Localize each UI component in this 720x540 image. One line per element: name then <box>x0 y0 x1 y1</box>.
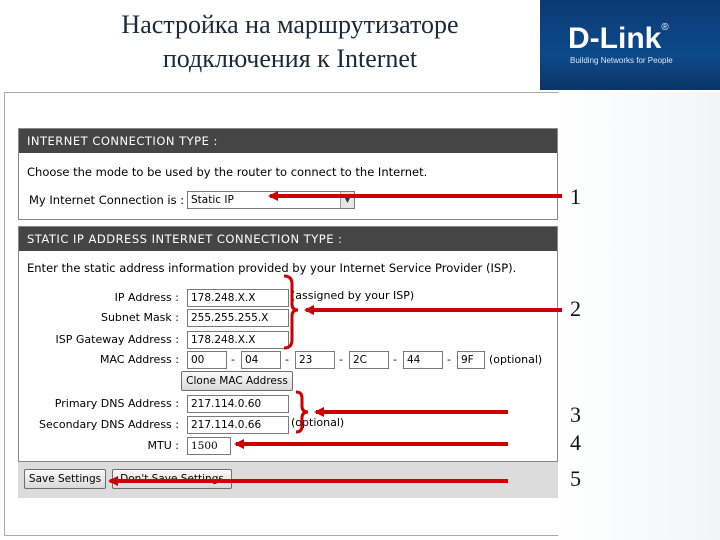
mac-octet-2[interactable]: 04 <box>241 351 281 369</box>
mtu-label: MTU : <box>147 439 179 452</box>
primary-dns-field[interactable]: 217.114.0.60 <box>187 395 289 413</box>
annotation-number-4: 4 <box>570 430 581 455</box>
primary-dns-label: Primary DNS Address : <box>54 397 179 410</box>
mac-separator: - <box>393 353 397 366</box>
connection-type-select[interactable]: Static IP ▼ <box>187 191 355 209</box>
connection-label: My Internet Connection is : <box>29 193 185 207</box>
gateway-address-field[interactable]: 178.248.X.X <box>187 331 289 349</box>
connection-description: Choose the mode to be used by the router… <box>27 165 428 179</box>
static-ip-description: Enter the static address information pro… <box>27 261 517 275</box>
mac-separator: - <box>231 353 235 366</box>
static-ip-panel: STATIC IP ADDRESS INTERNET CONNECTION TY… <box>18 226 558 462</box>
clone-mac-button[interactable]: Clone MAC Address <box>181 371 293 391</box>
save-settings-button[interactable]: Save Settings <box>24 469 106 489</box>
ip-address-field[interactable]: 178.248.X.X <box>187 289 289 307</box>
annotation-number-5: 5 <box>570 466 581 491</box>
gateway-address-label: ISP Gateway Address : <box>55 333 179 346</box>
dont-save-settings-button[interactable]: Don't Save Settings <box>112 469 232 489</box>
mac-separator: - <box>339 353 343 366</box>
subnet-mask-field[interactable]: 255.255.255.X <box>187 309 289 327</box>
mac-octet-3[interactable]: 23 <box>295 351 335 369</box>
mac-address-note: (optional) <box>489 353 543 366</box>
slide-title-line-1: Настройка на маршрутизаторе <box>121 10 459 39</box>
secondary-dns-label: Secondary DNS Address : <box>39 418 179 431</box>
mac-separator: - <box>447 353 451 366</box>
subnet-mask-label: Subnet Mask : <box>100 311 179 324</box>
slide-title-line-2: подключения к Internet <box>162 44 418 73</box>
connection-type-value: Static IP <box>191 194 234 206</box>
dlink-logo: D-Link® <box>568 22 669 55</box>
secondary-dns-field[interactable]: 217.114.0.66 <box>187 416 289 434</box>
secondary-dns-note: (optional) <box>291 416 345 429</box>
mac-address-label: MAC Address : <box>99 353 179 366</box>
annotation-number-2: 2 <box>570 296 581 321</box>
annotation-number-1: 1 <box>570 184 581 209</box>
mac-octet-5[interactable]: 44 <box>403 351 443 369</box>
mac-octet-4[interactable]: 2C <box>349 351 389 369</box>
internet-connection-panel: INTERNET CONNECTION TYPE : Choose the mo… <box>18 128 558 220</box>
annotation-number-3: 3 <box>570 402 581 427</box>
mac-separator: - <box>285 353 289 366</box>
side-shade <box>558 92 720 540</box>
mac-octet-1[interactable]: 00 <box>187 351 227 369</box>
ip-address-note: (assigned by your ISP) <box>291 289 415 302</box>
static-ip-heading: STATIC IP ADDRESS INTERNET CONNECTION TY… <box>19 227 557 251</box>
logo-tagline: Building Networks for People <box>570 56 673 65</box>
ip-address-label: IP Address : <box>114 291 179 304</box>
slide-title: Настройка на маршрутизаторе подключения … <box>40 8 540 76</box>
internet-connection-heading: INTERNET CONNECTION TYPE : <box>19 129 557 153</box>
mac-octet-6[interactable]: 9F <box>457 351 485 369</box>
chevron-down-icon[interactable]: ▼ <box>340 192 354 208</box>
mtu-field[interactable]: 1500 <box>187 437 231 455</box>
